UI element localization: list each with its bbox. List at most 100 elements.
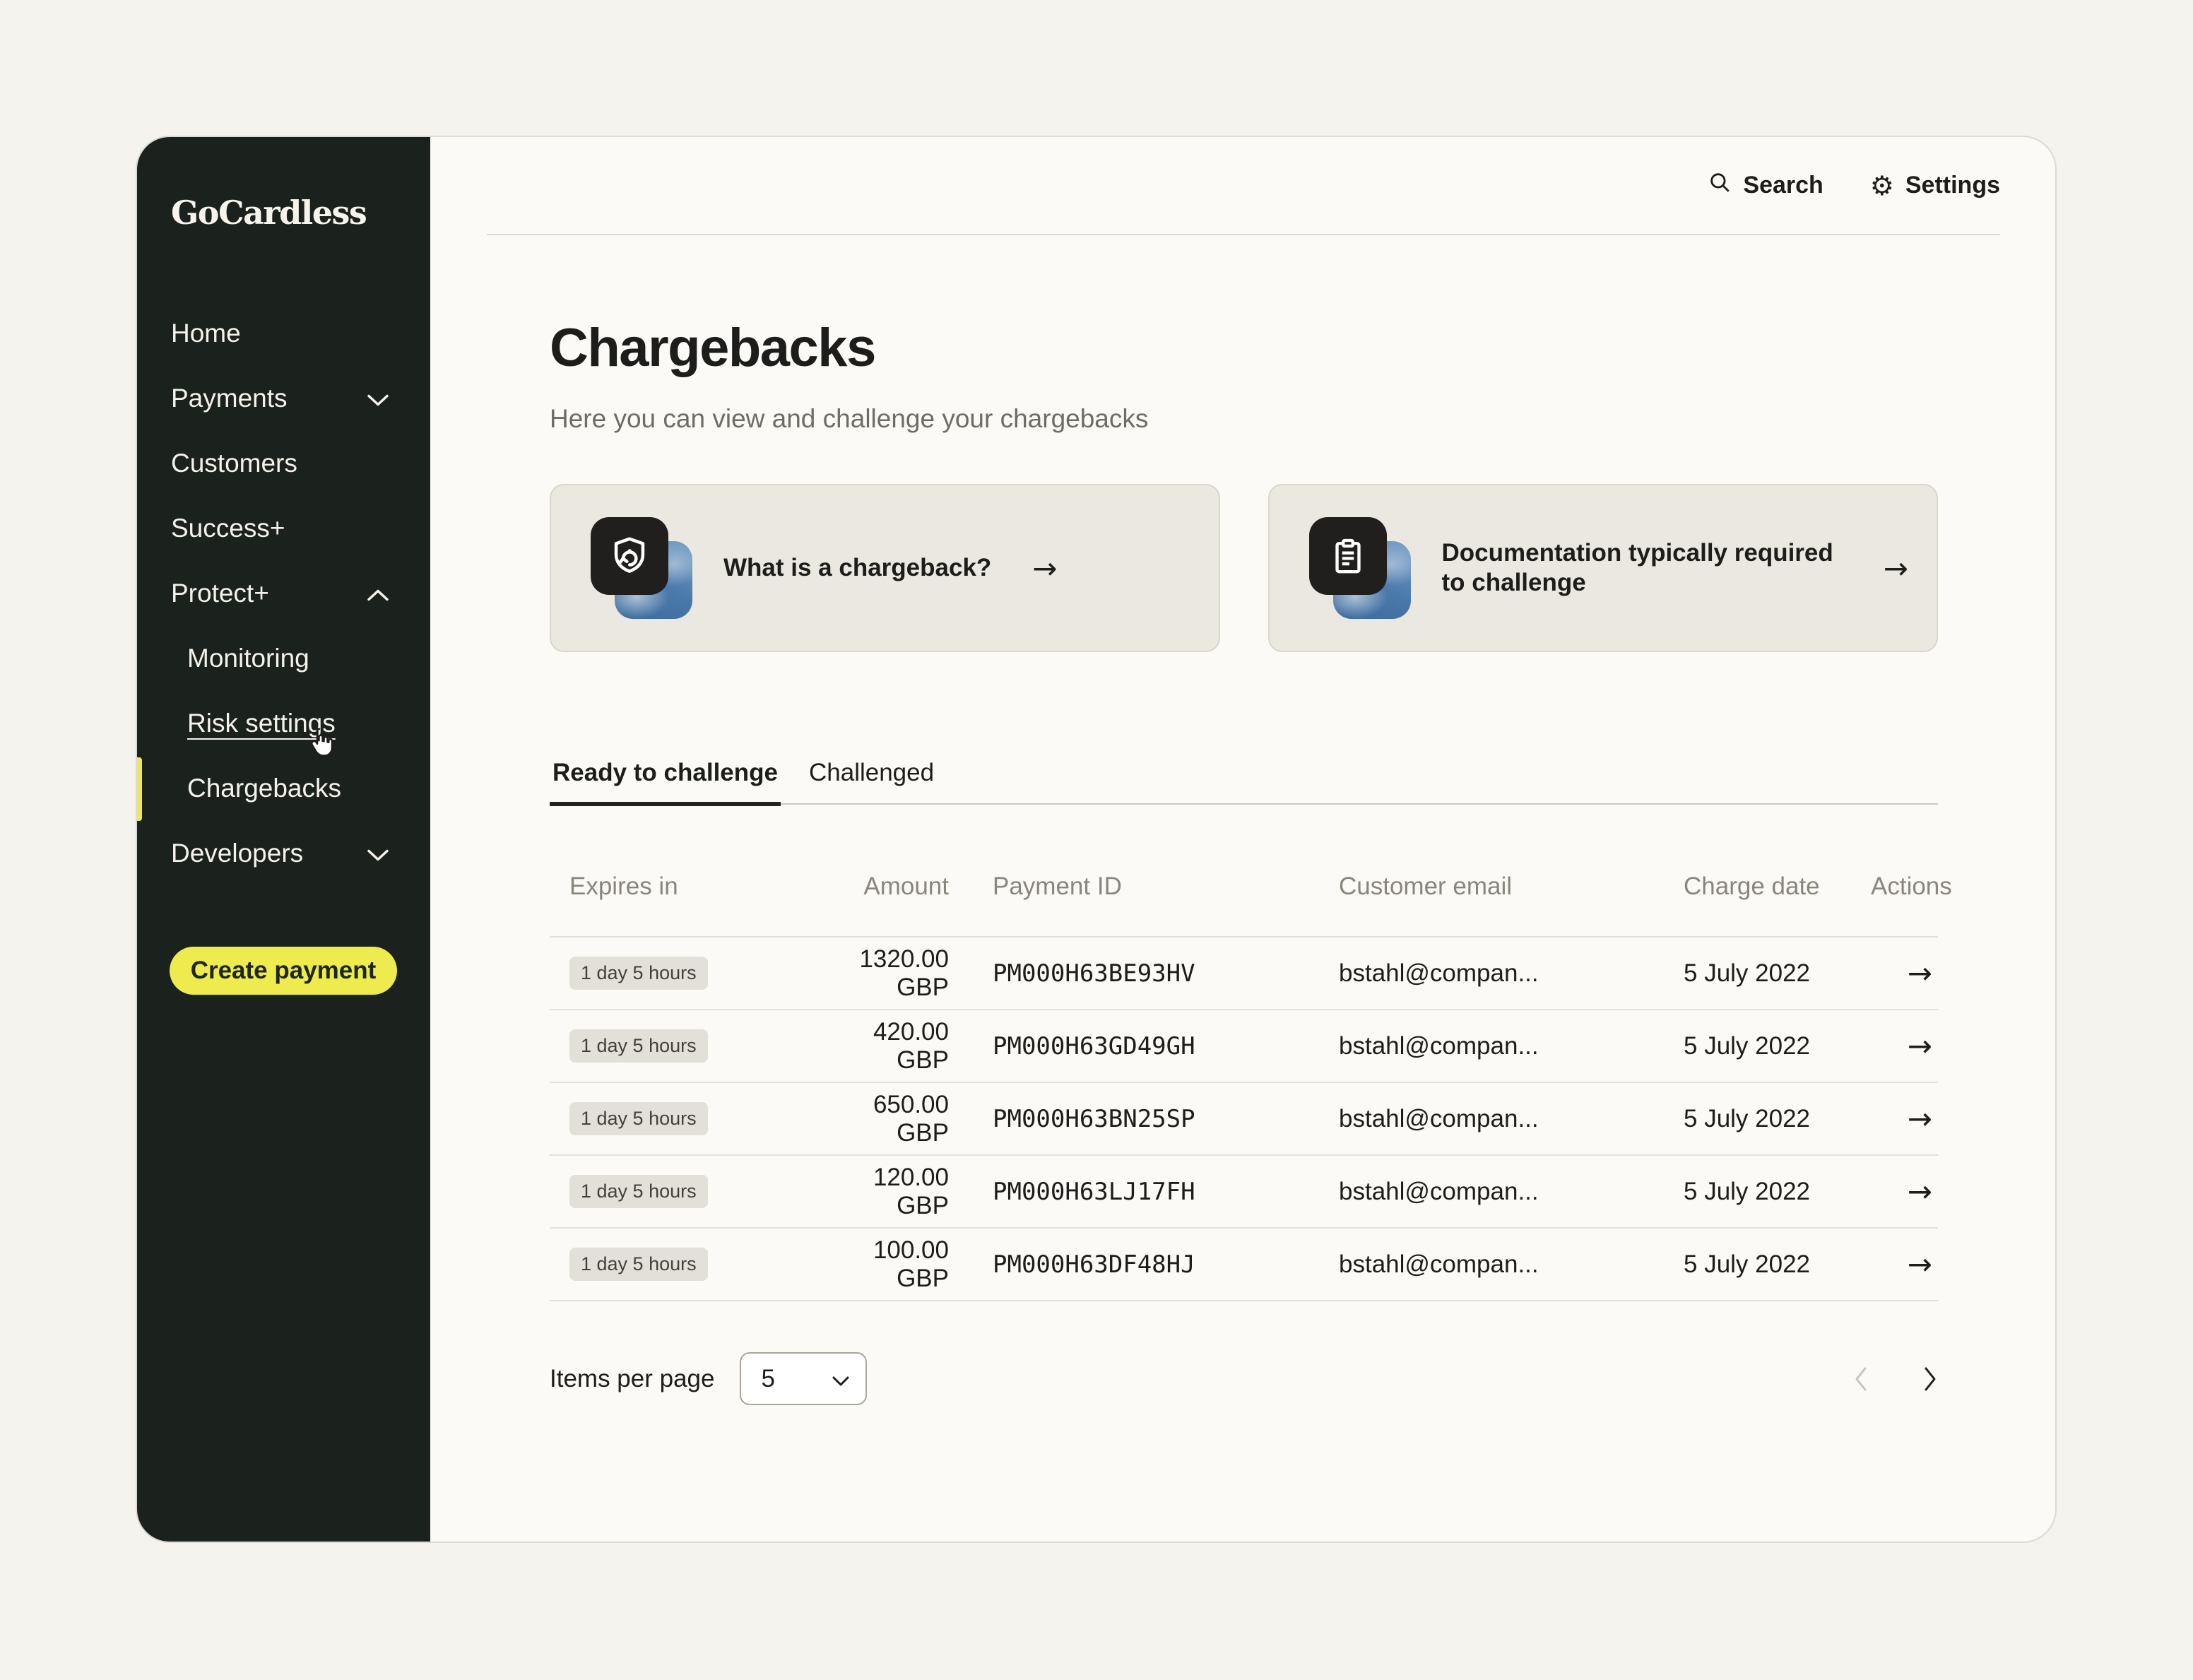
main-area: Search ⚙ Settings Chargebacks Here you c… bbox=[430, 137, 2055, 1542]
payment-id-cell: PM000H63BN25SP bbox=[949, 1105, 1337, 1133]
sidebar-nav: Home Payments Customers Success+ Protect… bbox=[137, 301, 430, 886]
previous-page-button[interactable] bbox=[1853, 1366, 1869, 1392]
card-label: What is a chargeback? bbox=[723, 553, 991, 583]
table-row: 1 day 5 hours 120.00 GBP PM000H63LJ17FH … bbox=[550, 1156, 1938, 1229]
cursor-hand-icon bbox=[301, 723, 338, 760]
table-header: Expires in Amount Payment ID Customer em… bbox=[550, 847, 1938, 937]
card-documentation-required[interactable]: Documentation typically required to chal… bbox=[1268, 484, 1939, 652]
sidebar-item-protect[interactable]: Protect+ bbox=[137, 561, 430, 626]
charge-date-cell: 5 July 2022 bbox=[1684, 1178, 1871, 1206]
sidebar-item-risk-settings[interactable]: Risk settings bbox=[137, 691, 430, 756]
card-label: Documentation typically required to chal… bbox=[1442, 538, 1843, 598]
column-header-actions: Actions bbox=[1871, 872, 1958, 901]
sidebar-item-label: Chargebacks bbox=[187, 774, 341, 803]
column-header-charge-date: Charge date bbox=[1684, 872, 1871, 901]
sidebar: GoCardless Home Payments Customers Succe… bbox=[137, 137, 430, 1542]
row-action-arrow[interactable]: → bbox=[1908, 1174, 1932, 1209]
sidebar-item-label: Home bbox=[171, 319, 241, 348]
row-action-arrow[interactable]: → bbox=[1908, 1247, 1932, 1282]
sidebar-item-chargebacks[interactable]: Chargebacks bbox=[137, 756, 430, 821]
gocardless-logo: GoCardless bbox=[171, 194, 430, 232]
table-row: 1 day 5 hours 100.00 GBP PM000H63DF48HJ … bbox=[550, 1229, 1938, 1301]
next-page-button[interactable] bbox=[1922, 1366, 1938, 1392]
shield-arrow-icon bbox=[591, 517, 668, 595]
amount-cell: 100.00 GBP bbox=[818, 1236, 949, 1293]
topbar: Search ⚙ Settings bbox=[430, 137, 2055, 234]
search-button[interactable]: Search bbox=[1708, 170, 1823, 201]
amount-cell: 650.00 GBP bbox=[818, 1091, 949, 1147]
sidebar-item-monitoring[interactable]: Monitoring bbox=[137, 626, 430, 691]
card-icon-stack bbox=[591, 517, 692, 619]
sidebar-item-success[interactable]: Success+ bbox=[137, 496, 430, 561]
payment-id-cell: PM000H63LJ17FH bbox=[949, 1178, 1337, 1206]
chevron-up-icon bbox=[367, 579, 389, 608]
sidebar-item-label: Monitoring bbox=[187, 644, 309, 673]
sidebar-item-label: Success+ bbox=[171, 514, 285, 543]
payment-id-cell: PM000H63DF48HJ bbox=[949, 1250, 1337, 1279]
row-action-arrow[interactable]: → bbox=[1908, 1029, 1932, 1063]
expires-badge: 1 day 5 hours bbox=[569, 1248, 708, 1281]
row-action-arrow[interactable]: → bbox=[1908, 1101, 1932, 1136]
expires-badge: 1 day 5 hours bbox=[569, 1175, 708, 1208]
chevron-down-icon bbox=[367, 384, 389, 413]
tabs: Ready to challenge Challenged bbox=[550, 758, 1938, 805]
pagination: Items per page 5 bbox=[550, 1352, 1938, 1405]
payment-id-cell: PM000H63GD49GH bbox=[949, 1032, 1337, 1060]
expires-badge: 1 day 5 hours bbox=[569, 1029, 708, 1063]
sidebar-item-label: Developers bbox=[171, 839, 303, 868]
active-indicator bbox=[137, 757, 142, 821]
amount-cell: 1320.00 GBP bbox=[818, 945, 949, 1002]
sidebar-item-customers[interactable]: Customers bbox=[137, 431, 430, 496]
charge-date-cell: 5 July 2022 bbox=[1684, 1032, 1871, 1060]
customer-email-cell: bstahl@compan... bbox=[1337, 1105, 1684, 1133]
payment-id-cell: PM000H63BE93HV bbox=[949, 959, 1337, 988]
select-chevron-down-icon bbox=[832, 1365, 850, 1393]
table-row: 1 day 5 hours 1320.00 GBP PM000H63BE93HV… bbox=[550, 937, 1938, 1010]
customer-email-cell: bstahl@compan... bbox=[1337, 1250, 1684, 1279]
tab-challenged[interactable]: Challenged bbox=[806, 758, 937, 803]
sidebar-item-label: Customers bbox=[171, 449, 297, 478]
clipboard-icon bbox=[1309, 517, 1387, 595]
customer-email-cell: bstahl@compan... bbox=[1337, 1178, 1684, 1206]
settings-label: Settings bbox=[1905, 172, 2000, 199]
amount-cell: 120.00 GBP bbox=[818, 1164, 949, 1220]
column-header-customer-email: Customer email bbox=[1337, 872, 1684, 901]
app-window: GoCardless Home Payments Customers Succe… bbox=[136, 136, 2057, 1543]
pagination-buttons bbox=[1853, 1366, 1938, 1392]
items-per-page-value: 5 bbox=[761, 1365, 774, 1393]
expires-badge: 1 day 5 hours bbox=[569, 957, 708, 990]
arrow-right-icon: → bbox=[1032, 551, 1057, 586]
customer-email-cell: bstahl@compan... bbox=[1337, 959, 1684, 988]
create-payment-button[interactable]: Create payment bbox=[170, 947, 397, 995]
arrow-right-icon: → bbox=[1884, 551, 1908, 586]
search-label: Search bbox=[1743, 172, 1823, 199]
content: Chargebacks Here you can view and challe… bbox=[430, 319, 2055, 1405]
column-header-expires-in: Expires in bbox=[550, 872, 818, 901]
customer-email-cell: bstahl@compan... bbox=[1337, 1032, 1684, 1060]
expires-badge: 1 day 5 hours bbox=[569, 1102, 708, 1135]
row-action-arrow[interactable]: → bbox=[1908, 956, 1932, 990]
table-row: 1 day 5 hours 420.00 GBP PM000H63GD49GH … bbox=[550, 1010, 1938, 1083]
charge-date-cell: 5 July 2022 bbox=[1684, 1105, 1871, 1133]
items-per-page-select[interactable]: 5 bbox=[740, 1352, 867, 1405]
charge-date-cell: 5 July 2022 bbox=[1684, 1250, 1871, 1279]
chevron-down-icon bbox=[367, 839, 389, 868]
settings-button[interactable]: ⚙ Settings bbox=[1870, 172, 2000, 199]
page-subtitle: Here you can view and challenge your cha… bbox=[550, 403, 1938, 434]
page-title: Chargebacks bbox=[550, 319, 1938, 378]
card-what-is-a-chargeback[interactable]: What is a chargeback? → bbox=[550, 484, 1220, 652]
tab-ready-to-challenge[interactable]: Ready to challenge bbox=[550, 758, 781, 803]
info-cards: What is a chargeback? → bbox=[550, 484, 1938, 652]
sidebar-item-home[interactable]: Home bbox=[137, 301, 430, 366]
search-icon bbox=[1708, 170, 1732, 201]
column-header-payment-id: Payment ID bbox=[949, 872, 1337, 901]
card-icon-stack bbox=[1309, 517, 1411, 619]
table-row: 1 day 5 hours 650.00 GBP PM000H63BN25SP … bbox=[550, 1083, 1938, 1156]
sidebar-item-label: Protect+ bbox=[171, 579, 269, 608]
sidebar-item-payments[interactable]: Payments bbox=[137, 366, 430, 431]
items-per-page-label: Items per page bbox=[550, 1365, 714, 1393]
sidebar-item-developers[interactable]: Developers bbox=[137, 821, 430, 886]
header-divider bbox=[487, 234, 2000, 235]
column-header-amount: Amount bbox=[818, 872, 949, 901]
sidebar-item-label: Payments bbox=[171, 384, 288, 413]
